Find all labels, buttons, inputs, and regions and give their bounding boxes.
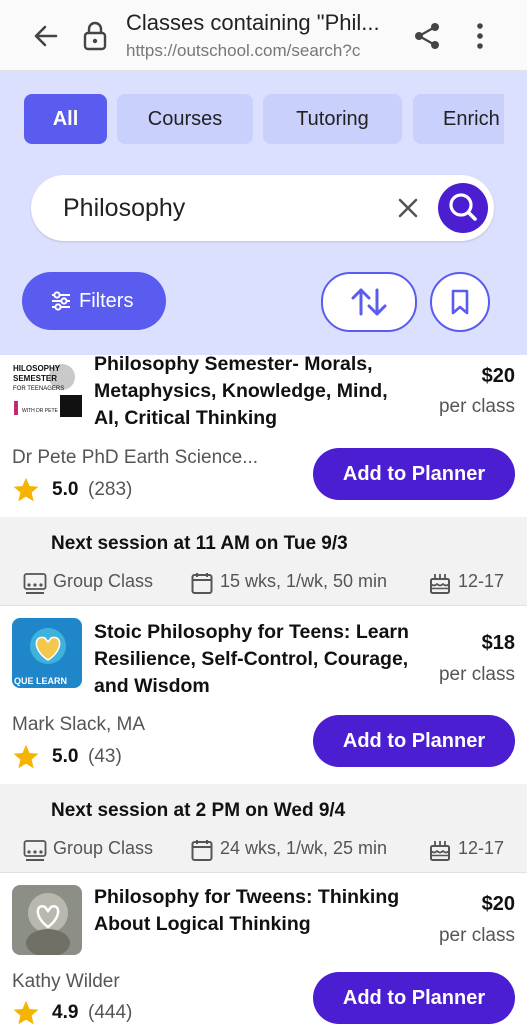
teacher-name[interactable]: Mark Slack, MA [12, 714, 302, 736]
teacher-name[interactable]: Dr Pete PhD Earth Science... [12, 447, 302, 469]
clear-icon[interactable] [393, 193, 423, 223]
age-range: 12-17 [428, 838, 518, 862]
age-range: 12-17 [428, 571, 518, 595]
sort-button[interactable] [321, 272, 417, 332]
class-thumbnail: HILOSOPHY SEMESTER FOR TEENAGERS WITH DR… [12, 359, 82, 421]
star-icon [13, 477, 39, 502]
tab-enrichment[interactable]: Enrich [413, 94, 504, 144]
add-to-planner-button[interactable]: Add to Planner [313, 715, 515, 767]
schedule-label: 15 wks, 1/wk, 50 min [220, 571, 388, 591]
filters-button[interactable]: Filters [22, 272, 166, 330]
category-tabs: All Courses Tutoring Enrich [24, 94, 504, 144]
add-to-planner-button[interactable]: Add to Planner [313, 972, 515, 1024]
review-count: (283) [88, 479, 133, 500]
review-count: (43) [88, 746, 122, 767]
price-unit: per class [438, 664, 515, 685]
class-title[interactable]: Philosophy for Tweens: Thinking About Lo… [94, 884, 414, 938]
filters-label: Filters [79, 290, 134, 312]
class-schedule: 24 wks, 1/wk, 25 min [190, 838, 410, 862]
next-session: Next session at 2 PM on Wed 9/4 [51, 800, 346, 821]
url-bar[interactable]: https://outschool.com/search?c [126, 41, 394, 61]
class-type: Group Class [23, 571, 173, 595]
rating-value: 5.0 [52, 479, 79, 500]
class-card[interactable]: HILOSOPHY SEMESTER FOR TEENAGERS WITH DR… [0, 353, 527, 517]
svg-text:FOR TEENAGERS: FOR TEENAGERS [13, 386, 64, 392]
review-count: (444) [88, 1002, 133, 1023]
lock-icon[interactable] [82, 20, 108, 52]
tab-all[interactable]: All [24, 94, 107, 144]
next-session: Next session at 11 AM on Tue 9/3 [51, 533, 348, 554]
teacher-name[interactable]: Kathy Wilder [12, 971, 302, 993]
rating: 5.0 (43) [12, 743, 212, 771]
svg-text:SEMESTER: SEMESTER [13, 374, 57, 383]
share-icon[interactable] [412, 20, 442, 52]
session-info: Next session at 11 AM on Tue 9/3 Group C… [0, 517, 527, 606]
class-title[interactable]: Philosophy Semester- Morals, Metaphysics… [94, 351, 414, 432]
add-to-planner-button[interactable]: Add to Planner [313, 448, 515, 500]
search-bar [31, 175, 494, 241]
schedule-label: 24 wks, 1/wk, 25 min [220, 838, 388, 858]
price-unit: per class [438, 396, 515, 417]
class-price: $20 [481, 365, 515, 387]
star-icon [13, 744, 39, 769]
rating-value: 5.0 [52, 746, 79, 767]
tab-tutoring[interactable]: Tutoring [263, 94, 402, 144]
thumbnail-image: QUE LEARN [12, 618, 82, 688]
group-class-icon [23, 840, 47, 861]
more-vert-icon[interactable] [466, 20, 494, 52]
class-type: Group Class [23, 838, 173, 862]
calendar-icon [191, 573, 213, 594]
saved-search-button[interactable] [430, 272, 490, 332]
age-label: 12-17 [458, 571, 505, 591]
class-price: $18 [481, 632, 515, 654]
birthday-cake-icon [430, 841, 450, 861]
search-button[interactable] [438, 183, 488, 233]
browser-bar: Classes containing "Phil... https://outs… [0, 0, 527, 71]
class-type-label: Group Class [53, 571, 154, 591]
search-icon [449, 193, 477, 221]
class-thumbnail [12, 885, 82, 955]
svg-text:HILOSOPHY: HILOSOPHY [13, 364, 61, 373]
tab-courses[interactable]: Courses [117, 94, 253, 144]
svg-text:QUE LEARN: QUE LEARN [14, 676, 67, 686]
class-card[interactable]: QUE LEARN Stoic Philosophy for Teens: Le… [0, 606, 527, 784]
group-class-icon [23, 573, 47, 594]
page-title[interactable]: Classes containing "Phil... [126, 10, 396, 36]
svg-text:WITH DR PETE: WITH DR PETE [22, 408, 58, 414]
class-price: $20 [481, 893, 515, 915]
class-title[interactable]: Stoic Philosophy for Teens: Learn Resili… [94, 619, 414, 700]
search-header: All Courses Tutoring Enrich Filters [0, 71, 527, 355]
class-schedule: 15 wks, 1/wk, 50 min [190, 571, 410, 595]
thumbnail-image: HILOSOPHY SEMESTER FOR TEENAGERS WITH DR… [12, 359, 82, 421]
session-info: Next session at 2 PM on Wed 9/4 Group Cl… [0, 784, 527, 873]
age-label: 12-17 [458, 838, 505, 858]
search-input[interactable] [61, 187, 385, 229]
bookmark-icon [451, 289, 469, 315]
class-card[interactable]: Philosophy for Tweens: Thinking About Lo… [0, 873, 527, 1025]
thumbnail-image [12, 885, 82, 955]
birthday-cake-icon [430, 574, 450, 594]
sliders-icon [52, 291, 70, 311]
back-arrow-icon[interactable] [30, 20, 62, 52]
calendar-icon [191, 840, 213, 861]
rating-value: 4.9 [52, 1002, 79, 1023]
price-unit: per class [438, 925, 515, 946]
rating: 5.0 (283) [12, 476, 212, 504]
class-type-label: Group Class [53, 838, 154, 858]
class-thumbnail: QUE LEARN [12, 618, 82, 688]
sort-arrows-icon [351, 288, 387, 316]
